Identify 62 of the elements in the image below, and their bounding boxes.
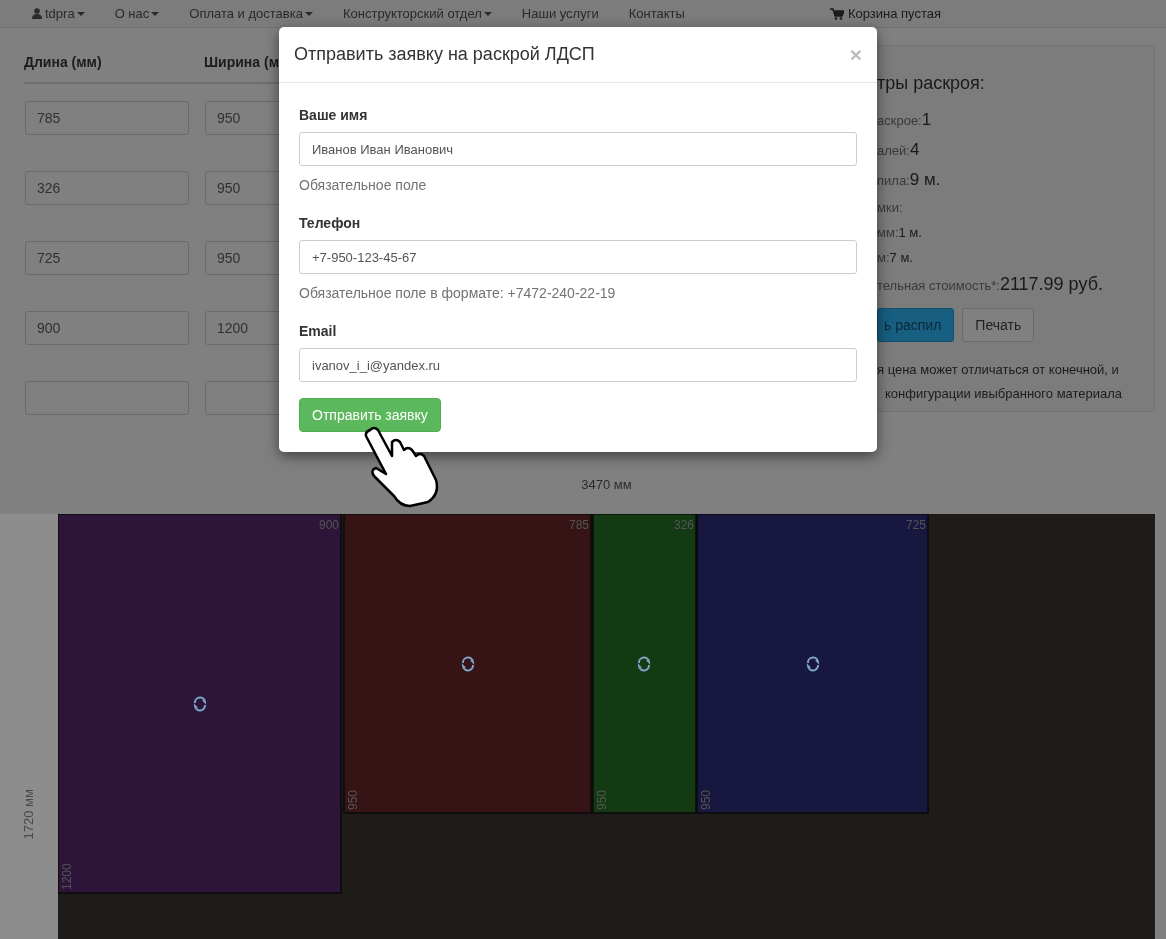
height-label: 1720 мм [20,788,38,839]
field-label: Email [299,322,338,341]
close-button[interactable]: × [849,44,862,65]
summary-label: мки: [877,200,903,215]
rotate-icon[interactable] [462,656,474,672]
rotate-icon[interactable] [807,656,819,672]
column-header: Ширина (м [204,53,279,72]
user-icon [32,8,42,19]
dimension-label: 950 [346,789,360,810]
length-field[interactable]: 900 [25,311,189,345]
summary-label: тельная стоимость*: [877,278,1000,293]
summary-label: м: [877,250,890,265]
dimension-label: 785 [568,518,589,532]
column-header: Длина (мм) [24,53,103,72]
rotate-icon[interactable] [194,696,206,712]
modal-title: Отправить заявку на раскрой ЛДСП [294,43,595,66]
nav-link[interactable]: Оплата и доставка [174,1,328,26]
width-label: 3470 мм [580,476,633,494]
length-field[interactable]: 785 [25,101,189,135]
summary-value: 1 [921,110,932,129]
nav-link[interactable]: Контакты [613,1,700,26]
help-text: Обязательное поле в формате: +7472-240-22-19 [299,284,617,303]
summary-value: 9 м. [909,170,941,189]
cut-button[interactable]: ь распил [877,308,955,342]
note-text: я цена может отличаться от конечной, и [877,361,1120,379]
note-text: конфигурации ивыбранного материала [884,385,1124,403]
summary-title: тры раскроя: [877,72,986,95]
summary-label: алей: [877,143,910,158]
summary-label: пила: [877,173,910,188]
dimension-label: 1200 [60,863,74,890]
width-field[interactable]: 1200 [205,311,279,345]
field-label: Ваше имя [299,106,369,125]
dimension-label: 725 [905,518,926,532]
nav-link[interactable]: Наши услуги [506,1,614,26]
length-field[interactable]: 326 [25,171,189,205]
summary-label: мм: [877,225,899,240]
field-label: Телефон [299,214,362,233]
summary-label: аскрое: [877,113,922,128]
summary-value: 2117.99 руб. [999,274,1103,294]
nav-link[interactable]: Конструкторский отдел [327,1,507,26]
help-text: Обязательное поле [299,176,428,195]
summary-value: 7 м. [889,250,913,265]
dimension-label: 900 [318,518,339,532]
dimension-label: 950 [595,789,609,810]
width-field[interactable]: 950 [205,171,279,205]
summary-value: 4 [909,140,920,159]
cart-link[interactable]: Корзина пустая [829,0,941,27]
dimension-label: 326 [673,518,694,532]
nav-link[interactable]: tdpra [30,1,100,26]
input-field[interactable]: +7-950-123-45-67 [299,240,857,274]
summary-value: 1 м. [898,225,922,240]
cart-icon [829,7,844,20]
print-button[interactable]: Печать [962,308,1035,342]
rotate-icon[interactable] [638,656,650,672]
dimension-label: 950 [699,789,713,810]
submit-button[interactable]: Отправить заявку [299,398,441,432]
input-field[interactable]: ivanov_i_i@yandex.ru [299,348,857,382]
length-field[interactable]: 725 [25,241,189,275]
input-field[interactable]: Иванов Иван Иванович [299,132,857,166]
width-field[interactable]: 950 [205,101,279,135]
width-field[interactable]: 950 [205,241,279,275]
nav-link[interactable]: О нас [99,1,175,26]
